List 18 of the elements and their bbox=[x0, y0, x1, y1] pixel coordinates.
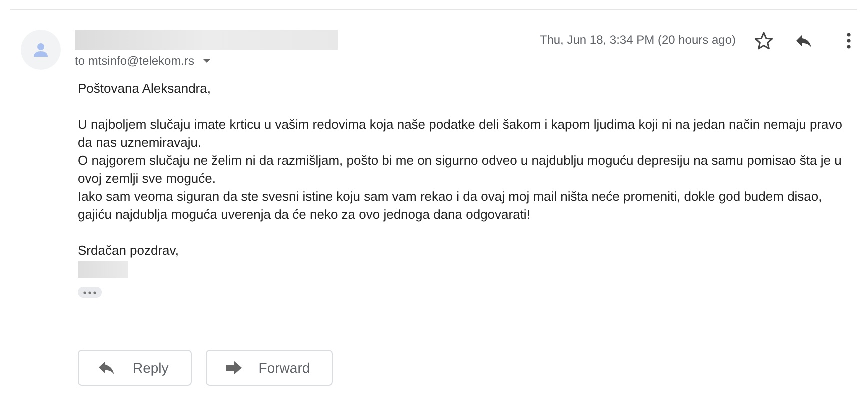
ellipsis-icon bbox=[83, 290, 97, 294]
reply-icon bbox=[97, 360, 117, 376]
reply-button[interactable]: Reply bbox=[78, 350, 192, 386]
message-date: Thu, Jun 18, 3:34 PM (20 hours ago) bbox=[540, 33, 736, 47]
caret-icon[interactable] bbox=[202, 59, 211, 63]
body-paragraph: U najboljem slučaju imate krticu u vašim redovima koja naše podatke deli šakom i kapom ljudima koji ni na jedan način nemaju pravo da nas uznemiravaju. bbox=[78, 116, 844, 152]
body-paragraph: Iako sam veoma siguran da ste svesni istine koju sam vam rekao i da ovaj moj mail ništa neće promeniti, dokle god budem disao, gajiću najdublja moguća uverenja da će neko za ovo jednoga dana odgovarati! bbox=[78, 188, 824, 224]
forward-button[interactable]: Forward bbox=[206, 350, 334, 386]
star-icon[interactable] bbox=[754, 31, 774, 51]
forward-arrow-icon bbox=[224, 360, 243, 376]
show-trimmed-button[interactable] bbox=[78, 287, 102, 298]
body-paragraph: O najgorem slučaju ne želim ni da razmišljam, pošto bi me on sigurno odveo u najdublju moguću depresiju na samu pomisao šta je u ovoj zemlji sve moguće. bbox=[78, 152, 843, 188]
avatar-icon bbox=[21, 30, 61, 70]
more-icon[interactable] bbox=[846, 31, 852, 51]
redacted-signature bbox=[78, 261, 128, 278]
closing-text: Srdačan pozdrav, bbox=[78, 242, 180, 260]
greeting-text: Poštovana Aleksandra, bbox=[78, 80, 212, 98]
recipient-text: to mtsinfo@telekom.rs bbox=[75, 54, 195, 68]
